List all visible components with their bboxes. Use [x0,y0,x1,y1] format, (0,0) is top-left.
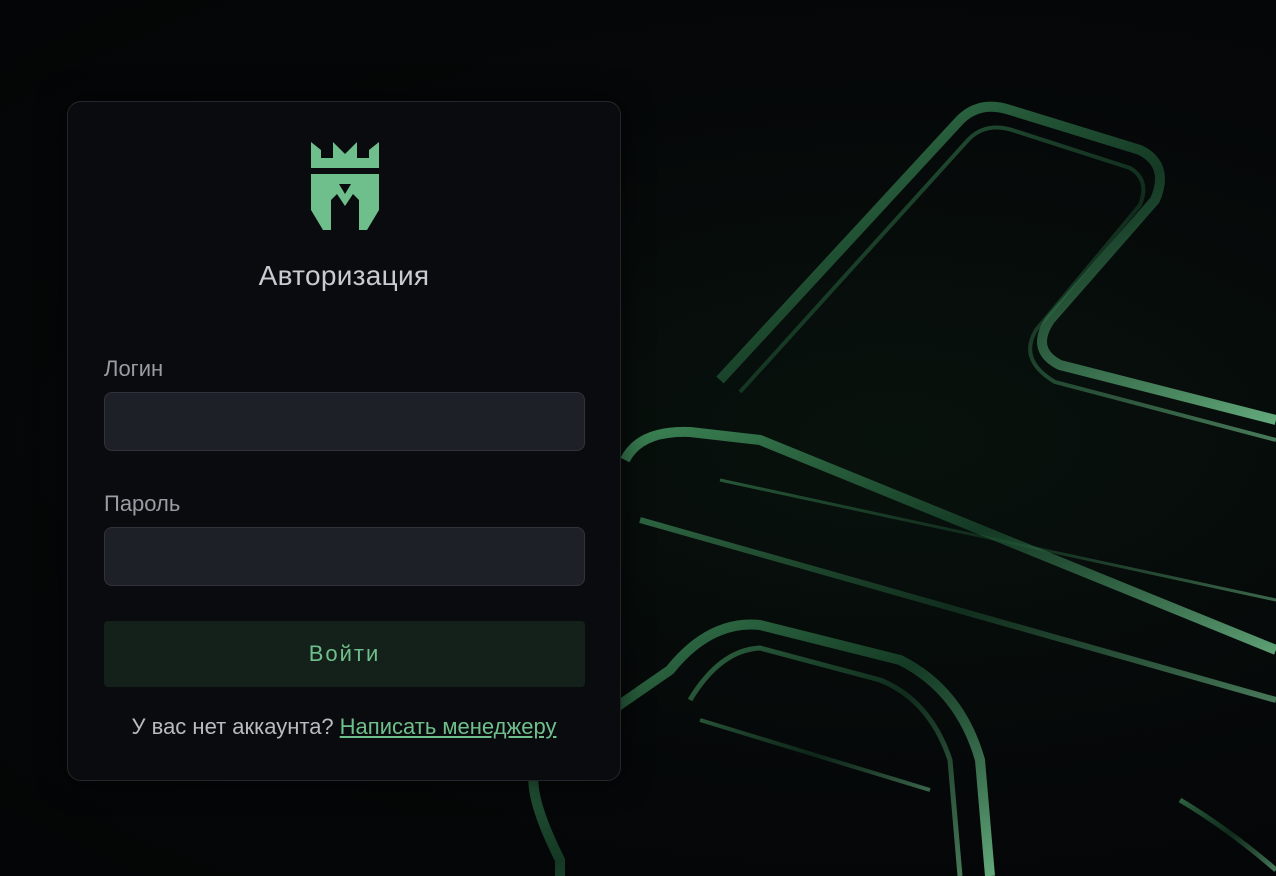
login-label: Логин [104,356,164,381]
login-button[interactable]: Войти [104,621,585,687]
auth-card: Авторизация Логин Пароль Войти У вас нет… [67,101,621,781]
crown-m-logo-icon [309,140,381,232]
page-title: Авторизация [258,260,430,291]
no-account-text: У вас нет аккаунта? [131,714,334,739]
contact-manager-link[interactable]: Написать менеджеру [340,714,557,739]
password-input[interactable] [104,527,585,586]
password-label: Пароль [104,491,181,516]
login-input[interactable] [104,392,585,451]
no-account-line: У вас нет аккаунта? Написать менеджеру [68,714,620,740]
